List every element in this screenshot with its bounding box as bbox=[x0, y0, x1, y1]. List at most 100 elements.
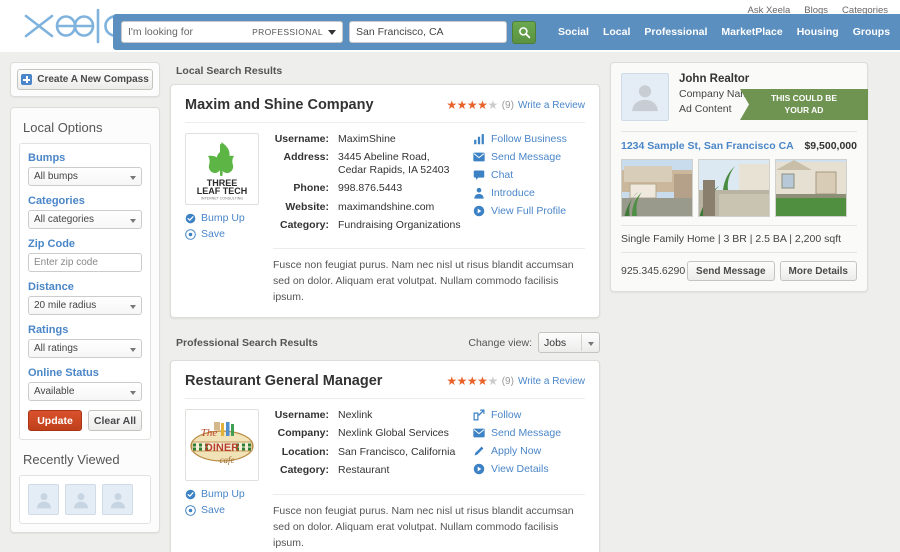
send-message-button[interactable]: Send Message bbox=[473, 151, 585, 163]
chat-button[interactable]: Chat bbox=[473, 169, 585, 181]
follow-business-button[interactable]: Follow Business bbox=[473, 133, 585, 145]
follow-button[interactable]: Follow bbox=[473, 409, 585, 421]
view-details-button[interactable]: View Details bbox=[473, 463, 585, 475]
create-new-compass-button[interactable]: Create A New Compass bbox=[17, 69, 153, 90]
check-circle-icon bbox=[185, 213, 196, 223]
filter-select-online-status[interactable]: Available bbox=[28, 382, 142, 401]
detail-key: Company: bbox=[277, 427, 329, 440]
nav-item-professional[interactable]: Professional bbox=[644, 26, 707, 38]
xeela-logo[interactable] bbox=[18, 6, 123, 46]
bump-up-button[interactable]: Bump Up bbox=[185, 488, 265, 500]
envelope-icon bbox=[473, 428, 485, 438]
change-view-label: Change view: bbox=[468, 336, 532, 349]
detail-row: Address: 3445 Abeline Road, Cedar Rapids,… bbox=[273, 151, 473, 177]
ad-buttons: Send Message More Details bbox=[687, 261, 857, 281]
filter-select-bumps[interactable]: All bumps bbox=[28, 167, 142, 186]
svg-text:DINER: DINER bbox=[205, 442, 239, 454]
avatar bbox=[621, 73, 669, 121]
property-photo[interactable] bbox=[698, 159, 770, 217]
result-card-local[interactable]: Maxim and Shine Company ★★★★★ (9) Write … bbox=[170, 84, 600, 319]
save-button[interactable]: Save bbox=[185, 504, 265, 516]
svg-text:The: The bbox=[201, 427, 218, 439]
ad-price: $9,500,000 bbox=[804, 140, 857, 152]
detail-value: Restaurant bbox=[338, 463, 390, 476]
filter-label-ratings: Ratings bbox=[28, 324, 69, 336]
search-input[interactable]: I'm looking for PROFESSIONAL bbox=[121, 21, 343, 43]
result-card-professional[interactable]: Restaurant General Manager ★★★★★ (9) Wri… bbox=[170, 360, 600, 552]
recently-viewed-box bbox=[19, 475, 151, 524]
avatar[interactable] bbox=[28, 484, 59, 515]
chevron-down-icon bbox=[130, 348, 136, 352]
change-view-control: Change view: Jobs bbox=[468, 332, 600, 354]
bump-up-label: Bump Up bbox=[201, 212, 245, 224]
local-options-title: Local Options bbox=[23, 120, 103, 135]
send-message-button[interactable]: Send Message bbox=[473, 427, 585, 439]
action-label: Send Message bbox=[491, 427, 562, 440]
detail-key: Website: bbox=[285, 200, 329, 213]
action-label: Introduce bbox=[491, 187, 535, 199]
divider bbox=[581, 334, 582, 352]
search-category-value: PROFESSIONAL bbox=[252, 27, 323, 37]
change-view-select-jobs[interactable]: Jobs bbox=[538, 332, 600, 354]
property-photo[interactable] bbox=[621, 159, 693, 217]
write-review-link[interactable]: Write a Review bbox=[518, 376, 585, 387]
view-full-profile-button[interactable]: View Full Profile bbox=[473, 205, 585, 217]
local-options-panel: Local Options Bumps All bumps Categories… bbox=[10, 107, 160, 533]
detail-value: Nexlink Global Services bbox=[338, 427, 449, 440]
write-review-link[interactable]: Write a Review bbox=[518, 100, 585, 111]
detail-key: Username: bbox=[274, 409, 329, 422]
nav-item-marketplace[interactable]: MarketPlace bbox=[721, 26, 782, 38]
detail-row: Website: maximandshine.com bbox=[273, 201, 473, 214]
filter-select-distance[interactable]: 20 mile radius bbox=[28, 296, 142, 315]
avatar[interactable] bbox=[65, 484, 96, 515]
recently-viewed-title: Recently Viewed bbox=[23, 452, 120, 467]
detail-value: 998.876.5443 bbox=[338, 182, 403, 195]
nav-item-groups[interactable]: Groups bbox=[853, 26, 890, 38]
envelope-icon bbox=[473, 152, 485, 162]
filter-fields: Bumps All bumps Categories All categorie… bbox=[19, 143, 151, 440]
ad-phone: 925.345.6290 bbox=[621, 265, 686, 277]
avatar[interactable] bbox=[102, 484, 133, 515]
svg-text:INTERNET CONSULTING: INTERNET CONSULTING bbox=[201, 197, 243, 201]
detail-row: Username: Nexlink bbox=[273, 409, 473, 422]
ad-footer: 925.345.6290 Send Message More Details bbox=[621, 261, 857, 281]
introduce-button[interactable]: Introduce bbox=[473, 187, 585, 199]
property-photo[interactable] bbox=[775, 159, 847, 217]
bump-up-button[interactable]: Bump Up bbox=[185, 212, 265, 224]
result-body: THREE LEAF TECH INTERNET CONSULTING Bump… bbox=[185, 123, 585, 244]
review-count: (9) bbox=[501, 99, 514, 111]
result-header: Restaurant General Manager ★★★★★ (9) Wri… bbox=[185, 373, 585, 400]
filter-value-categories: All categories bbox=[34, 214, 95, 225]
apply-now-button[interactable]: Apply Now bbox=[473, 445, 585, 457]
update-button[interactable]: Update bbox=[28, 410, 82, 431]
action-label: Apply Now bbox=[491, 445, 542, 458]
ad-send-message-button[interactable]: Send Message bbox=[687, 261, 775, 281]
search-button[interactable] bbox=[512, 20, 536, 44]
filter-label-bumps: Bumps bbox=[28, 152, 66, 164]
person-icon bbox=[110, 492, 125, 508]
rating: ★★★★★ (9) Write a Review bbox=[446, 99, 585, 111]
advertisement-panel[interactable]: John Realtor Company Name Ad Content THI… bbox=[610, 62, 868, 292]
result-logo-column: The DINER cafe Bump Up Save bbox=[185, 409, 265, 520]
person-icon bbox=[474, 187, 484, 199]
nav-item-local[interactable]: Local bbox=[603, 26, 630, 38]
location-input[interactable]: San Francisco, CA bbox=[349, 21, 507, 43]
chevron-down-icon[interactable] bbox=[328, 29, 336, 35]
filter-select-categories[interactable]: All categories bbox=[28, 210, 142, 229]
nav-item-social[interactable]: Social bbox=[558, 26, 589, 38]
ribbon-line-2: YOUR AD bbox=[784, 104, 824, 115]
result-body: The DINER cafe Bump Up Save Username: Ne… bbox=[185, 399, 585, 520]
clear-all-button[interactable]: Clear All bbox=[88, 410, 142, 431]
chat-bubble-icon bbox=[473, 170, 485, 180]
ad-photo-gallery bbox=[621, 159, 857, 217]
filter-label-zip-code: Zip Code bbox=[28, 238, 76, 250]
save-button[interactable]: Save bbox=[185, 228, 265, 240]
save-label: Save bbox=[201, 504, 225, 517]
filter-input-zip-code[interactable]: Enter zip code bbox=[28, 253, 142, 272]
magnifier-icon bbox=[518, 26, 530, 38]
ad-address-link[interactable]: 1234 Sample St, San Francisco CA bbox=[621, 140, 794, 152]
ad-text: John Realtor Company Name Ad Content bbox=[679, 73, 755, 121]
nav-item-housing[interactable]: Housing bbox=[797, 26, 839, 38]
filter-select-ratings[interactable]: All ratings bbox=[28, 339, 142, 358]
ad-more-details-button[interactable]: More Details bbox=[779, 261, 857, 281]
